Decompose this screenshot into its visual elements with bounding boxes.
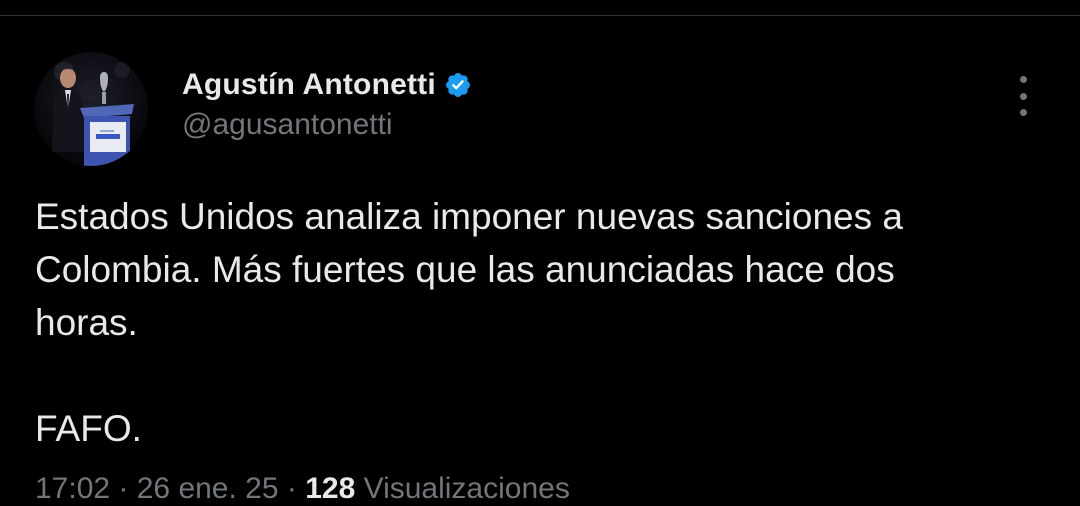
author-display-name[interactable]: Agustín Antonetti <box>182 68 436 102</box>
more-dot <box>1019 109 1027 116</box>
verified-badge-icon[interactable] <box>444 71 472 99</box>
avatar-photo <box>52 62 134 166</box>
author-block[interactable]: Agustín Antonetti @agusantonetti <box>182 66 472 142</box>
tweet-meta-row: 17:02 · 26 ene. 25 · 128 Visualizaciones <box>35 472 570 506</box>
more-dot <box>1019 76 1027 83</box>
author-name-row: Agustín Antonetti <box>182 66 472 104</box>
views-label: Visualizaciones <box>355 472 570 505</box>
top-divider <box>0 15 1080 16</box>
author-handle[interactable]: @agusantonetti <box>182 108 472 142</box>
author-avatar[interactable] <box>34 52 148 166</box>
more-options-icon[interactable] <box>1009 76 1037 116</box>
more-dot <box>1019 92 1027 100</box>
tweet-body-text: Estados Unidos analiza imponer nuevas sa… <box>35 196 903 449</box>
tweet-timestamp[interactable]: 17:02 · 26 ene. 25 · <box>35 472 305 505</box>
views-count: 128 <box>305 472 356 505</box>
